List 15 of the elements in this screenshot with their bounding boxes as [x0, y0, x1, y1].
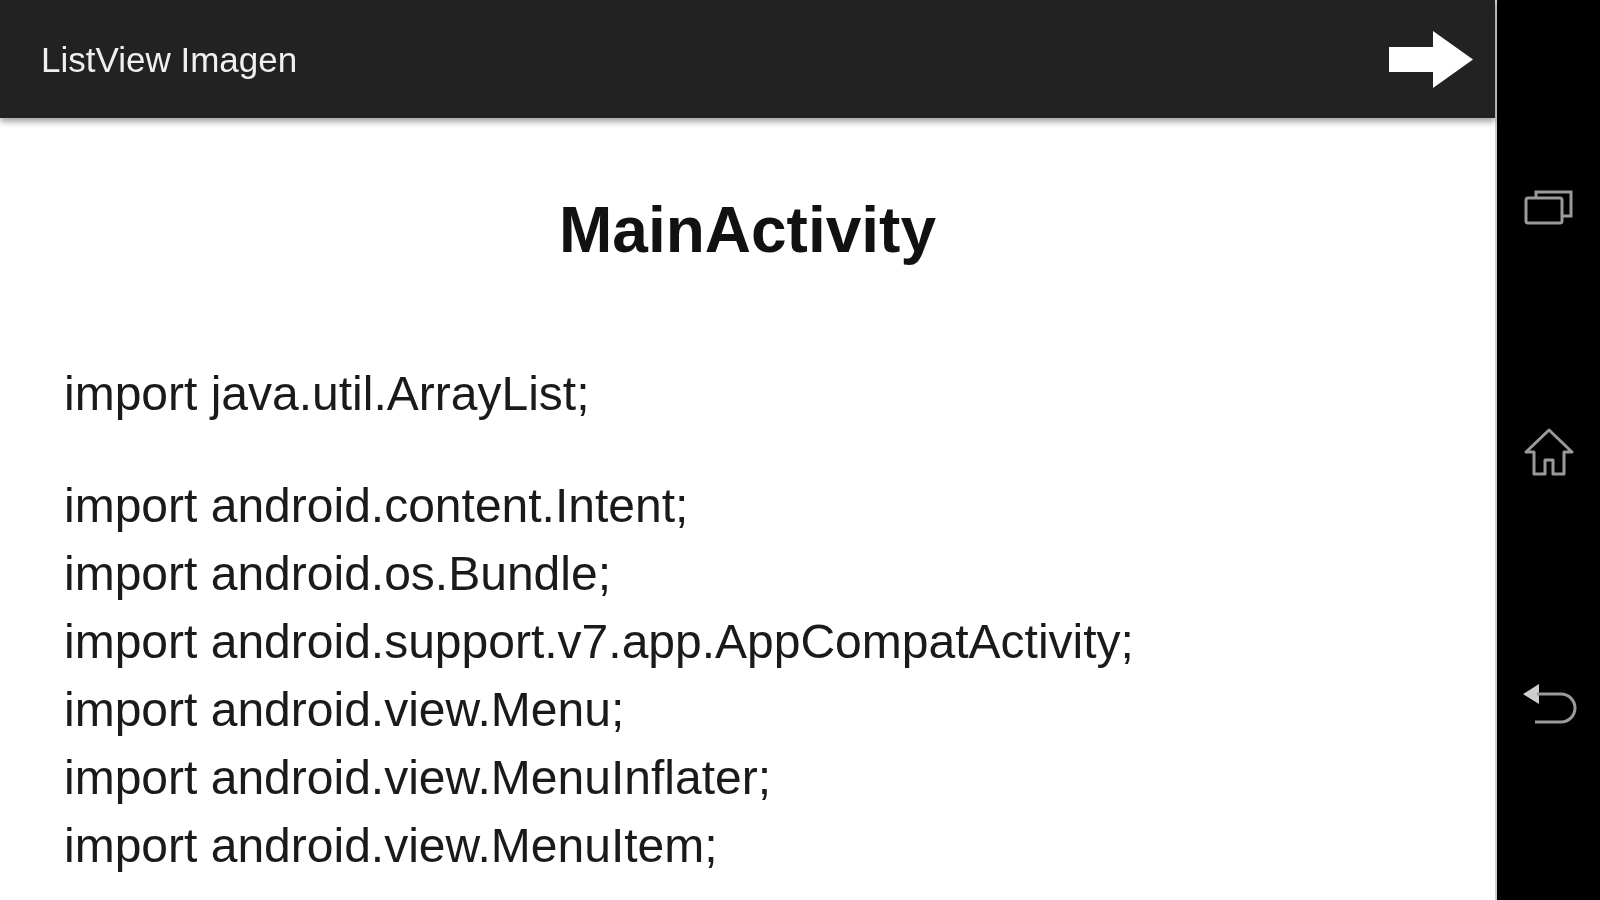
- code-line: import android.view.MenuItem;: [64, 818, 718, 874]
- code-line: import android.view.MenuInflater;: [64, 750, 771, 806]
- next-button[interactable]: [1387, 28, 1475, 90]
- code-line: import android.os.Bundle;: [64, 546, 611, 602]
- code-line: import java.util.ArrayList;: [64, 366, 590, 422]
- app-title: ListView Imagen: [41, 41, 298, 77]
- home-button[interactable]: [1523, 428, 1574, 476]
- code-line: import android.view.Menu;: [64, 682, 625, 738]
- recent-apps-button[interactable]: [1523, 189, 1574, 225]
- home-icon: [1523, 428, 1574, 476]
- recent-apps-icon: [1523, 189, 1574, 225]
- page-heading: MainActivity: [559, 193, 936, 268]
- code-line: import android.support.v7.app.AppCompatActivity;: [64, 614, 1134, 670]
- code-line: import android.content.Intent;: [64, 478, 689, 534]
- arrow-right-icon: [1389, 30, 1473, 88]
